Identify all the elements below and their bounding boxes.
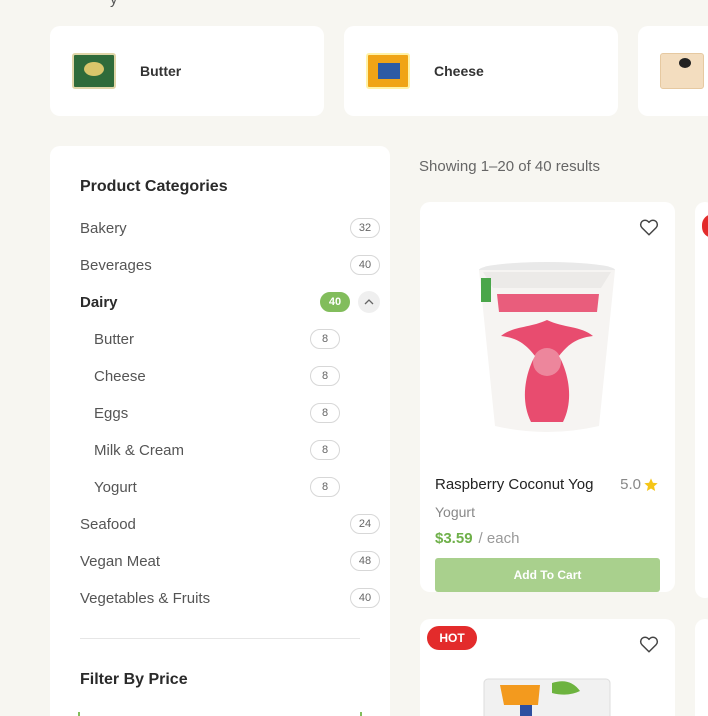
category-item-eggs[interactable]: Eggs 8 — [94, 401, 340, 425]
category-count-badge: 8 — [310, 403, 340, 423]
star-icon — [644, 477, 658, 491]
product-categories-title: Product Categories — [80, 178, 228, 195]
butter-product-icon — [72, 53, 116, 89]
category-card-label: Cheese — [434, 63, 484, 79]
category-label: Milk & Cream — [94, 441, 185, 459]
category-label: Dairy — [80, 293, 118, 311]
category-count-badge: 24 — [350, 514, 380, 534]
category-count-badge: 48 — [350, 551, 380, 571]
category-card-label: Butter — [140, 63, 182, 79]
category-label: Vegan Meat — [80, 552, 161, 570]
category-label: Vegetables & Fruits — [80, 589, 211, 607]
category-item-cheese[interactable]: Cheese 8 — [94, 364, 340, 388]
heart-icon[interactable] — [638, 633, 660, 655]
price-slider-min-handle[interactable] — [78, 712, 80, 716]
category-card-eggs[interactable] — [638, 26, 708, 116]
category-label: Yogurt — [94, 478, 137, 496]
price-value: $3.59 — [435, 530, 473, 547]
product-card[interactable]: Raspberry Coconut Yog 5.0 Yogurt $3.59 / … — [420, 202, 675, 592]
category-item-beverages[interactable]: Beverages 40 — [80, 253, 380, 277]
category-count-badge: 32 — [350, 218, 380, 238]
category-count-badge: 40 — [320, 292, 350, 312]
results-count: Showing 1–20 of 40 results — [419, 158, 600, 175]
category-count-badge: 8 — [310, 440, 340, 460]
product-card[interactable]: HOT — [420, 619, 675, 716]
product-price: $3.59 / each — [435, 530, 519, 547]
sidebar-divider — [80, 638, 360, 639]
category-item-milk-cream[interactable]: Milk & Cream 8 — [94, 438, 340, 462]
category-card-cheese[interactable]: Cheese — [344, 26, 618, 116]
category-label: Eggs — [94, 404, 129, 422]
filter-by-price-title: Filter By Price — [80, 671, 188, 688]
chevron-up-icon[interactable] — [358, 291, 380, 313]
category-label: Cheese — [94, 367, 146, 385]
category-item-dairy[interactable]: Dairy 40 — [80, 290, 380, 314]
filter-sidebar: Product Categories Bakery 32 Beverages 4… — [50, 146, 390, 716]
price-unit: / each — [478, 530, 520, 547]
category-label: Butter — [94, 330, 135, 348]
price-slider-max-handle[interactable] — [360, 712, 362, 716]
product-rating: 5.0 — [620, 476, 659, 493]
add-to-cart-button[interactable]: Add To Cart — [435, 558, 660, 592]
product-image[interactable] — [480, 675, 615, 716]
eggs-product-icon — [660, 53, 704, 89]
category-item-bakery[interactable]: Bakery 32 — [80, 216, 380, 240]
category-count-badge: 8 — [310, 477, 340, 497]
category-count-badge: 40 — [350, 255, 380, 275]
rating-value: 5.0 — [620, 476, 641, 493]
category-item-vegetables-fruits[interactable]: Vegetables & Fruits 40 — [80, 586, 380, 610]
product-card-partial[interactable] — [695, 202, 708, 598]
category-item-yogurt[interactable]: Yogurt 8 — [94, 475, 340, 499]
category-card-butter[interactable]: Butter — [50, 26, 324, 116]
heart-icon[interactable] — [638, 216, 660, 238]
partial-heading-text: y — [110, 0, 118, 8]
product-name[interactable]: Raspberry Coconut Yog — [435, 476, 593, 493]
category-count-badge: 40 — [350, 588, 380, 608]
product-card-partial[interactable] — [695, 619, 708, 716]
category-label: Beverages — [80, 256, 152, 274]
category-item-seafood[interactable]: Seafood 24 — [80, 512, 380, 536]
category-count-badge: 8 — [310, 329, 340, 349]
category-item-butter[interactable]: Butter 8 — [94, 327, 340, 351]
category-label: Bakery — [80, 219, 127, 237]
cheese-product-icon — [366, 53, 410, 89]
product-category[interactable]: Yogurt — [435, 504, 475, 520]
hot-badge: HOT — [427, 626, 477, 650]
category-count-badge: 8 — [310, 366, 340, 386]
category-label: Seafood — [80, 515, 136, 533]
yogurt-product-image[interactable] — [475, 258, 620, 438]
category-item-vegan-meat[interactable]: Vegan Meat 48 — [80, 549, 380, 573]
